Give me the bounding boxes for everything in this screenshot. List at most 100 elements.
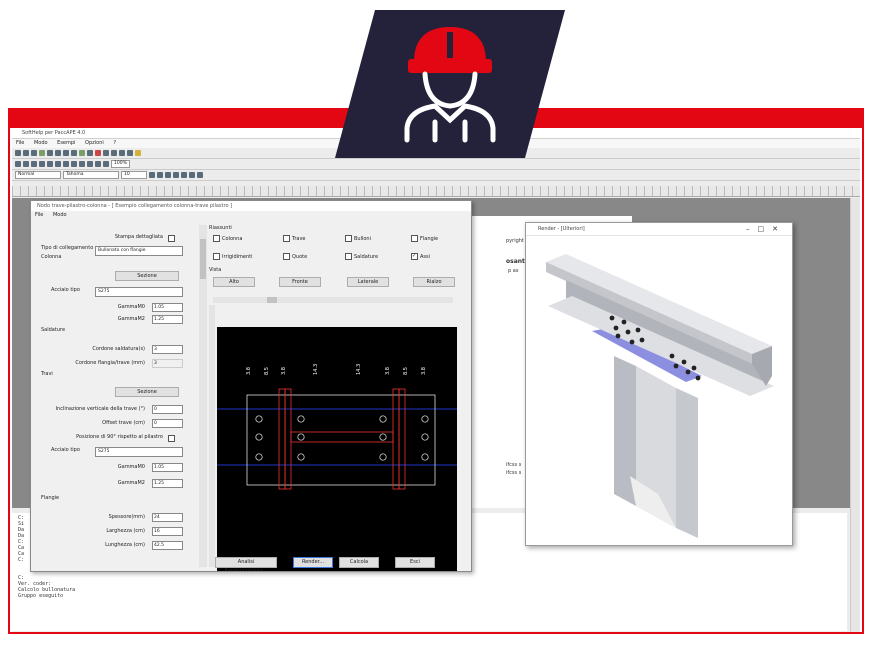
gamma-m2-input[interactable]: 1.25 [152,315,183,324]
open-icon[interactable] [23,161,29,167]
render-button[interactable]: Render... [293,557,333,568]
underline-icon[interactable] [165,172,171,178]
window-controls[interactable]: –□✕ [746,223,786,235]
zoom-select[interactable]: 100% [111,160,130,168]
cordone-flangia-input[interactable]: 3 [152,359,183,368]
align-center-icon[interactable] [181,172,187,178]
option-label: Bulloni [354,235,371,242]
acciaio2-select[interactable]: S275 [95,447,183,457]
spessore-input[interactable]: 24 [152,513,183,522]
save-icon[interactable] [31,161,37,167]
tool-icon[interactable] [63,161,69,167]
tool-icon[interactable] [15,150,21,156]
dialog-title: Nodo trave-pilastro-colonna - [ Esempio … [31,201,471,211]
option-colonna[interactable]: Colonna [213,235,242,242]
tool-icon[interactable] [39,150,45,156]
parameters-scrollbar[interactable] [199,225,207,567]
dim-label: 8.5 [403,367,409,375]
view-fronte-button[interactable]: Fronte [279,277,321,287]
dim-label: 14.3 [313,364,319,375]
option-saldature[interactable]: Saldature [345,253,378,260]
option-assi[interactable]: ✓ Assi [411,253,430,260]
tool-icon[interactable] [95,150,101,156]
column-flange-right [398,388,406,490]
tool-icon[interactable] [87,161,93,167]
italic-icon[interactable] [157,172,163,178]
tool-icon[interactable] [23,150,29,156]
bullets-icon[interactable] [197,172,203,178]
tool-icon[interactable] [87,150,93,156]
tipo-select[interactable]: Bullonato con flangie [95,246,183,256]
larghezza-input[interactable]: 16 [152,527,183,536]
view-laterale-button[interactable]: Laterale [347,277,389,287]
style-select[interactable]: Normal [15,171,61,179]
tool-icon[interactable] [119,150,125,156]
tool-icon[interactable] [47,161,53,167]
align-right-icon[interactable] [189,172,195,178]
option-irrigidimenti[interactable]: Irrigidimenti [213,253,252,260]
tool-icon[interactable] [63,150,69,156]
bold-icon[interactable] [149,172,155,178]
vertical-scrollbar[interactable] [850,198,860,632]
acciaio-select[interactable]: S275 [95,287,183,297]
tool-icon[interactable] [31,150,37,156]
tool-icon[interactable] [71,150,77,156]
esci-button[interactable]: Esci [395,557,435,568]
tool-icon[interactable] [55,150,61,156]
option-flangie[interactable]: Flangie [411,235,438,242]
gamma2-m0-input[interactable]: 1.05 [152,463,183,472]
tool-icon[interactable] [71,161,77,167]
option-quote[interactable]: Quote [283,253,307,260]
align-left-icon[interactable] [173,172,179,178]
help-icon[interactable] [135,150,141,156]
column-flange-left [278,388,286,490]
menu-opzioni[interactable]: Opzioni [85,140,104,146]
view-rialzo-button[interactable]: Rialzo [413,277,455,287]
tool-icon[interactable] [55,161,61,167]
sezione-colonna-button[interactable]: Sezione [115,271,179,281]
tool-icon[interactable] [111,150,117,156]
column-flange-right [392,388,400,490]
inclinazione-input[interactable]: 0 [152,405,183,414]
tool-icon[interactable] [79,150,85,156]
stampa-checkbox[interactable] [168,235,175,242]
dimension-labels: 3.8 8.5 3.8 14.3 14.3 3.8 8.5 3.8 [246,364,427,375]
menu-esempi[interactable]: Esempi [57,140,75,146]
tool-icon[interactable] [103,150,109,156]
horizontal-scrollbar[interactable] [213,297,453,303]
size-select[interactable]: 10 [121,171,147,179]
scroll-thumb[interactable] [200,239,206,279]
dialog-menu-file[interactable]: File [35,212,43,218]
scroll-thumb[interactable] [267,297,277,303]
lunghezza-input[interactable]: 42.5 [152,541,183,550]
menu-file[interactable]: File [16,140,24,146]
print-icon[interactable] [39,161,45,167]
dialog-menu-modo[interactable]: Modo [53,212,67,218]
doc-note: ifcss s [506,462,522,468]
tool-icon[interactable] [47,150,53,156]
option-bulloni[interactable]: Bulloni [345,235,371,242]
new-icon[interactable] [15,161,21,167]
font-select[interactable]: Tahoma [63,171,119,179]
offset-input[interactable]: 0 [152,419,183,428]
cordone-input[interactable]: 3 [152,345,183,354]
menu-help[interactable]: ? [113,140,116,146]
calcola-button[interactable]: Calcola [339,557,379,568]
gamma2-m2-input[interactable]: 1.25 [152,479,183,488]
tool-icon[interactable] [79,161,85,167]
sezione-trave-button[interactable]: Sezione [115,387,179,397]
spessore-label: Spessore(mm) [108,514,145,520]
tool-icon[interactable] [103,161,109,167]
posizione-checkbox[interactable] [168,435,175,442]
option-label: Trave [292,235,306,242]
dim-label: 14.3 [356,364,362,375]
vista-label: Vista [209,267,222,273]
option-trave[interactable]: Trave [283,235,305,242]
drawing-vscrollbar[interactable] [209,305,215,567]
tool-icon[interactable] [95,161,101,167]
menu-modo[interactable]: Modo [34,140,48,146]
gamma-m0-input[interactable]: 1.05 [152,303,183,312]
view-alto-button[interactable]: Alto [213,277,255,287]
tool-icon[interactable] [127,150,133,156]
analisi-button[interactable]: Analisi flangia/colonna... [215,557,277,571]
